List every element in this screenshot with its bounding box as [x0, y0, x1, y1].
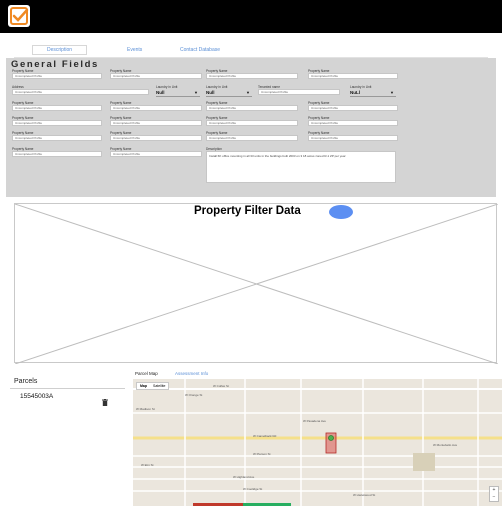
address-field: Address Uncompleted Profile [12, 85, 149, 95]
property-name-input[interactable]: Uncompleted Profile [12, 73, 102, 79]
parcel-list-item[interactable]: 15545003A [20, 393, 120, 406]
satellite-view-button[interactable]: Satellite [150, 383, 168, 389]
property-filter-title: Property Filter Data [194, 205, 301, 217]
address-input[interactable]: Uncompleted Profile [12, 89, 149, 95]
street-label: W Montebello Ave [433, 443, 458, 447]
property-name-field: Property Name Uncompleted Profile [110, 131, 202, 141]
street-label: W Pierson St [253, 452, 271, 456]
property-name-input[interactable]: Uncompleted Profile [110, 151, 202, 157]
property-name-field: Property Name Uncompleted Profile [12, 131, 102, 141]
property-name-field: Property Name Uncompleted Profile [308, 101, 398, 111]
tab-contact-database[interactable]: Contact Database [180, 47, 220, 53]
property-name-input[interactable]: Uncompleted Profile [110, 135, 202, 141]
laundry-in-unit-field: Laundry in Unit NuLl ▼ [350, 85, 396, 97]
property-name-input[interactable]: Uncompleted Profile [12, 105, 102, 111]
parcel-map[interactable]: Map Satellite W Orange St W Madison St W… [133, 379, 502, 506]
parcels-title: Parcels [14, 378, 38, 385]
property-name-field: Property Name Uncompleted Profile [12, 116, 102, 126]
top-header [0, 0, 502, 33]
property-name-input[interactable]: Uncompleted Profile [308, 120, 398, 126]
select-value: NuLl [350, 90, 360, 95]
property-name-input[interactable]: Uncompleted Profile [12, 120, 102, 126]
laundry-in-unit-select[interactable]: Null ▼ [156, 89, 200, 97]
zoom-in-button[interactable]: + [490, 487, 498, 494]
profile-tabs: Description Events Contact Database [14, 45, 488, 57]
trash-icon[interactable] [102, 393, 108, 406]
street-label: W Coolidge St [243, 487, 263, 491]
map-view-button[interactable]: Map [137, 383, 150, 389]
property-name-field: Property Name Uncompleted Profile [206, 69, 298, 79]
tab-parcel-map[interactable]: Parcel Map [135, 371, 158, 376]
property-filter-placeholder [14, 203, 498, 364]
property-name-input[interactable]: Uncompleted Profile [308, 73, 398, 79]
property-name-input[interactable]: Uncompleted Profile [308, 135, 398, 141]
property-name-field: Property Name Uncompleted Profile [206, 116, 298, 126]
description-field: Description Install 6K office mounting i… [206, 147, 396, 183]
select-value: Null [206, 90, 215, 95]
laundry-in-unit-field: Laundry in Unit Null ▼ [156, 85, 200, 97]
map-tabs: Parcel Map Assessment Info [133, 371, 263, 379]
laundry-in-unit-field: Laundry in Unit Null ▼ [206, 85, 252, 97]
property-name-field: Property Name Uncompleted Profile [308, 116, 398, 126]
property-name-field: Property Name Uncompleted Profile [12, 147, 102, 157]
property-name-input[interactable]: Uncompleted Profile [12, 135, 102, 141]
tab-description[interactable]: Description [32, 45, 88, 55]
street-label: W Pasadena Ave [303, 419, 326, 423]
tenanted-name-field: Tenanted name Uncompleted Profile [258, 85, 340, 95]
app-logo-icon[interactable] [8, 5, 30, 27]
property-name-field: Property Name Uncompleted Profile [206, 101, 298, 111]
street-label: W Hazelwood St [353, 493, 376, 497]
placeholder-cross [15, 204, 498, 364]
zoom-controls: + − [489, 486, 499, 502]
property-name-field: Property Name Uncompleted Profile [12, 69, 102, 79]
property-name-input[interactable]: Uncompleted Profile [110, 73, 202, 79]
tab-assessment-info[interactable]: Assessment Info [175, 371, 208, 376]
property-name-field: Property Name Uncompleted Profile [12, 101, 102, 111]
laundry-in-unit-select[interactable]: NuLl ▼ [350, 89, 396, 97]
property-name-input[interactable]: Uncompleted Profile [206, 135, 298, 141]
street-label: W Camelback Rd [253, 434, 277, 438]
property-name-input[interactable]: Uncompleted Profile [206, 105, 298, 111]
property-name-field: Property Name Uncompleted Profile [110, 69, 202, 79]
property-name-input[interactable]: Uncompleted Profile [110, 105, 202, 111]
property-name-input[interactable]: Uncompleted Profile [110, 120, 202, 126]
map-type-toggle: Map Satellite [136, 382, 170, 390]
zoom-out-button[interactable]: − [490, 494, 498, 501]
street-label: W Elm St [141, 463, 154, 467]
filter-toggle-button[interactable] [329, 205, 353, 219]
property-name-field: Property Name Uncompleted Profile [110, 116, 202, 126]
street-label: W Colfax St [213, 384, 229, 388]
property-name-input[interactable]: Uncompleted Profile [206, 120, 298, 126]
laundry-in-unit-select[interactable]: Null ▼ [206, 89, 252, 97]
parcel-number: 15545003A [20, 393, 54, 400]
property-name-field: Property Name Uncompleted Profile [206, 131, 298, 141]
property-name-field: Property Name Uncompleted Profile [308, 69, 398, 79]
parcels-divider [10, 388, 125, 389]
street-label: W Orange St [185, 393, 203, 397]
property-name-field: Property Name Uncompleted Profile [308, 131, 398, 141]
property-name-field: Property Name Uncompleted Profile [110, 101, 202, 111]
street-label: W Madison St [136, 407, 155, 411]
select-value: Null [156, 90, 165, 95]
general-fields-panel: General Fields Property Name Uncompleted… [6, 58, 496, 197]
chevron-down-icon: ▼ [390, 90, 394, 95]
street-label: W Highland Ave [233, 475, 255, 479]
description-textarea[interactable]: Install 6K office mounting in all 33 uni… [206, 151, 396, 183]
tab-events[interactable]: Events [127, 47, 142, 53]
chevron-down-icon: ▼ [194, 90, 198, 95]
property-name-input[interactable]: Uncompleted Profile [308, 105, 398, 111]
property-name-field: Property Name Uncompleted Profile [110, 147, 202, 157]
chevron-down-icon: ▼ [246, 90, 250, 95]
tenanted-name-input[interactable]: Uncompleted Profile [258, 89, 340, 95]
property-name-input[interactable]: Uncompleted Profile [12, 151, 102, 157]
property-name-input[interactable]: Uncompleted Profile [206, 73, 298, 79]
map-marker-icon[interactable] [328, 435, 334, 441]
